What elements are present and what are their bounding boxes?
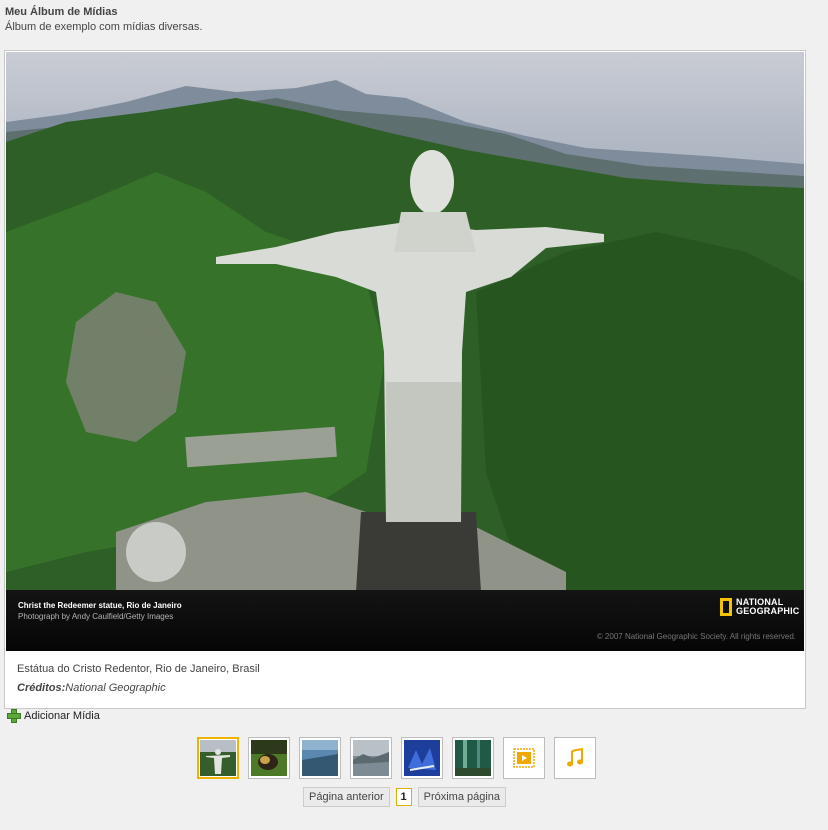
previous-page-button[interactable]: Página anterior — [303, 787, 390, 807]
media-credits: Créditos:National Geographic — [17, 682, 787, 694]
add-media-label: Adicionar Mídia — [24, 710, 100, 722]
photo-image — [6, 52, 804, 651]
album-title: Meu Álbum de Mídias — [5, 6, 118, 18]
video-icon — [513, 748, 535, 768]
thumbnail-6[interactable] — [452, 737, 494, 779]
photo-caption-credit: Photograph by Andy Caulfield/Getty Image… — [18, 612, 174, 621]
thumbnail-7[interactable] — [503, 737, 545, 779]
ng-frame-icon — [720, 598, 732, 616]
thumbnail-3[interactable] — [299, 737, 341, 779]
credits-value: National Geographic — [65, 682, 166, 694]
music-note-icon — [567, 748, 583, 767]
media-info: Estátua do Cristo Redentor, Rio de Janei… — [17, 663, 787, 694]
forest-thumbnail — [455, 740, 491, 776]
national-geographic-logo: NATIONAL GEOGRAPHIC — [720, 598, 800, 616]
album-description: Álbum de exemplo com mídias diversas. — [5, 21, 203, 33]
photo-copyright: © 2007 National Geographic Society. All … — [596, 632, 796, 641]
logo-line2: GEOGRAPHIC — [736, 606, 800, 616]
pagination: Página anterior 1 Próxima página — [303, 787, 507, 807]
sky-thumbnail — [302, 740, 338, 776]
plus-icon — [7, 709, 21, 723]
thumbnail-4[interactable] — [350, 737, 392, 779]
landscape-thumbnail — [353, 740, 389, 776]
christ-statue-thumbnail — [200, 740, 236, 776]
thumbnail-8[interactable] — [554, 737, 596, 779]
media-name: Estátua do Cristo Redentor, Rio de Janei… — [17, 663, 260, 675]
thumbnail-2[interactable] — [248, 737, 290, 779]
thumbnail-strip — [197, 737, 596, 779]
main-photo[interactable]: Christ the Redeemer statue, Rio de Janei… — [6, 52, 804, 651]
photo-caption-title: Christ the Redeemer statue, Rio de Janei… — [18, 601, 182, 610]
media-viewer: Christ the Redeemer statue, Rio de Janei… — [4, 50, 806, 709]
animal-thumbnail — [251, 740, 287, 776]
thumbnail-5[interactable] — [401, 737, 443, 779]
current-page-number[interactable]: 1 — [395, 788, 412, 806]
add-media-button[interactable]: Adicionar Mídia — [7, 709, 100, 723]
blue-art-thumbnail — [404, 740, 440, 776]
credits-label: Créditos: — [17, 682, 66, 694]
next-page-button[interactable]: Próxima página — [417, 787, 507, 807]
thumbnail-1[interactable] — [197, 737, 239, 779]
